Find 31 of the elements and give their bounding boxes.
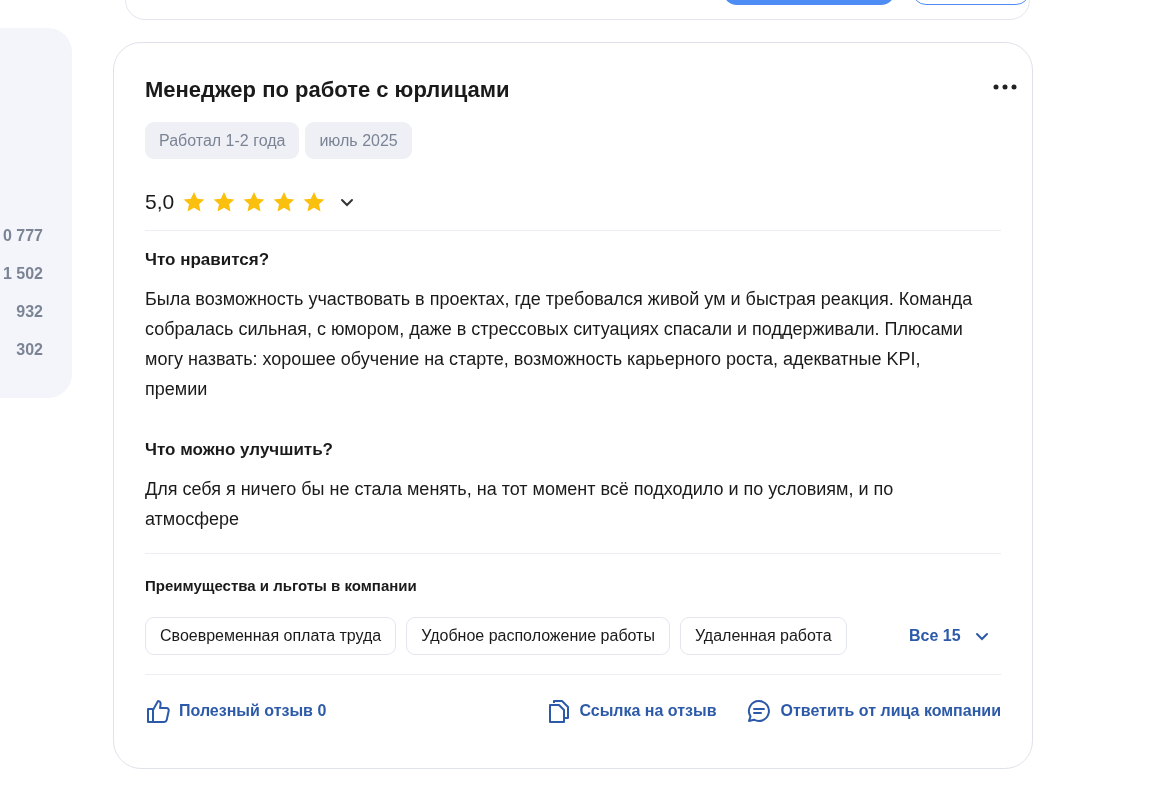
chevron-down-icon [974,631,989,641]
review-title: Менеджер по работе с юрлицами [145,76,510,104]
section-heading: Что можно улучшить? [145,439,334,461]
review-text: Для себя я ничего бы не стала менять, на тот момент всё подходило и по условиям, и по атмосфере [145,478,895,531]
helpful-button[interactable]: Полезный отзыв 0 [145,698,327,724]
star-icon [272,191,297,213]
tag: Работал 1-2 года [145,122,300,159]
more-icon[interactable] [993,84,1017,90]
star-icon [212,191,237,213]
star-icon [182,191,207,213]
star-icon [242,191,267,213]
count-value: 1 502 [2,264,43,283]
review-text: Была возможность участвовать в проектах, где требовался живой ум и быстрая реакция. Команда собралась сильная, с юмором, даже в стрессовых ситуациях спасали и поддерживали. Плюсами могу назвать: хорошее обучение на старте, возможность карьерного роста, адекватные KPI, премии [145,288,974,401]
benefit-chip: Удаленная работа [679,617,847,655]
count-value: 932 [16,302,43,321]
benefits-heading: Преимущества и льготы в компании [145,576,418,596]
thumbs-up-icon [145,698,171,724]
star-icon [302,191,327,213]
chat-bubble-icon [746,698,773,724]
count-value: 302 [16,340,43,359]
benefit-chip: Удобное расположение работы [406,617,670,655]
copy-link-button[interactable]: Ссылка на отзыв [547,698,717,724]
benefit-chip: Своевременная оплата труда [145,617,397,655]
copy-icon [547,698,572,724]
chevron-down-icon[interactable] [340,197,355,207]
rating-score: 5,0 [145,190,175,214]
show-all-button[interactable]: Все 15 [909,627,989,645]
count-value: 0 777 [2,226,43,245]
tag: июль 2025 [305,122,412,159]
reply-button[interactable]: Ответить от лица компании [746,698,1001,724]
section-heading: Что нравится? [145,249,271,271]
